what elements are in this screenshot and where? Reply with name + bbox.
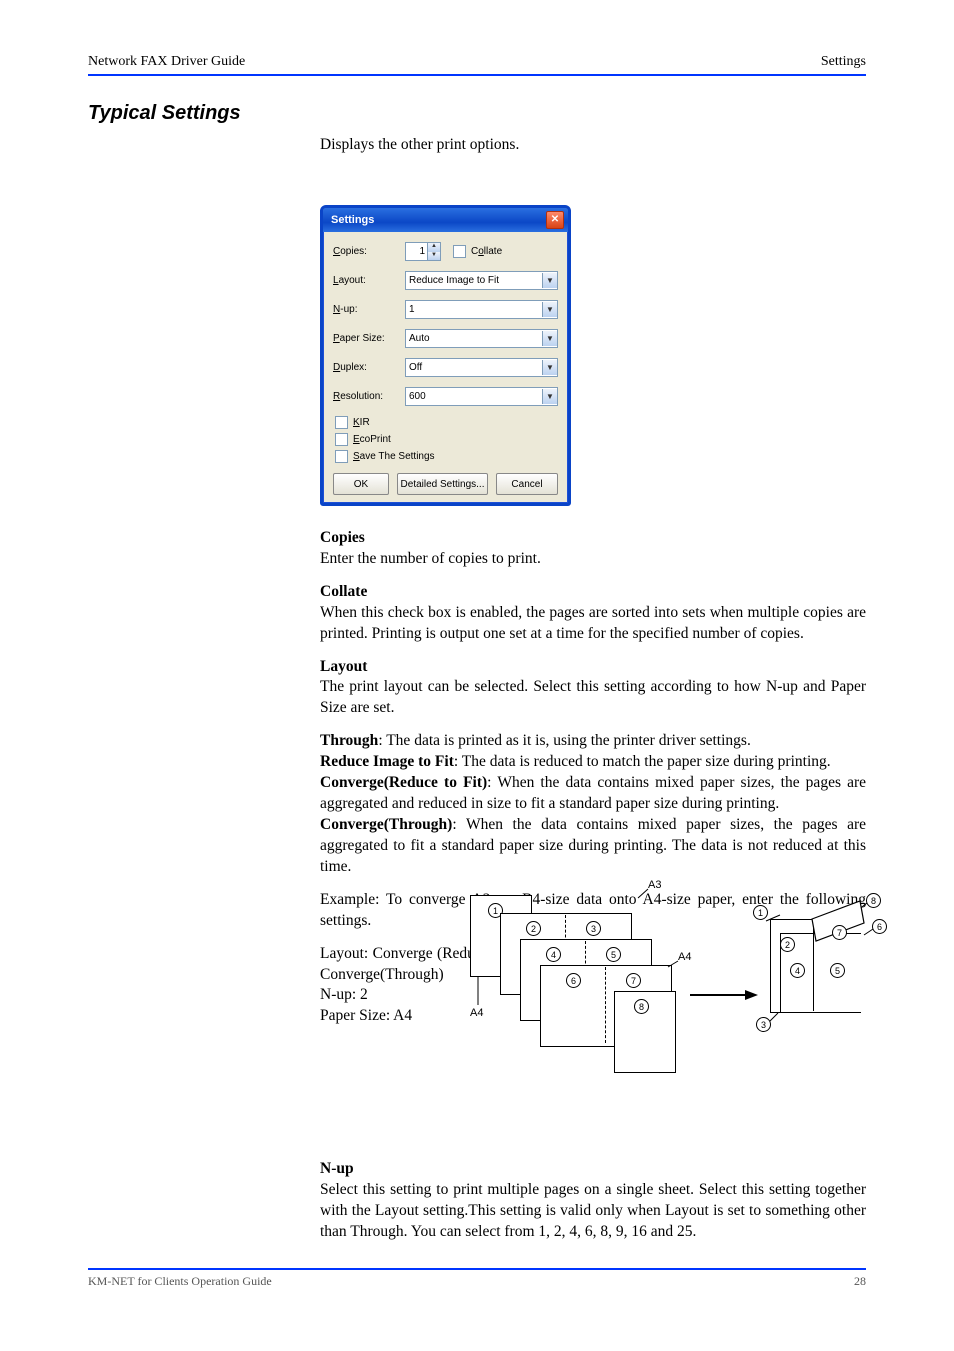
row-resolution: Resolution: 600 ▼	[333, 387, 558, 406]
close-icon[interactable]: ✕	[546, 211, 564, 229]
copies-spinner[interactable]: 1 ▲▼	[405, 242, 441, 261]
layout-item-2-name: Converge(Reduce to Fit)	[320, 774, 487, 791]
field-nup-text: Select this setting to print multiple pa…	[320, 1180, 866, 1243]
duplex-value: Off	[409, 362, 422, 373]
footer-rule	[88, 1268, 866, 1270]
footer-right: 28	[854, 1274, 866, 1289]
out-page-6: 6	[872, 919, 887, 934]
chevron-down-icon: ▼	[542, 360, 557, 375]
kir-checkbox[interactable]: KIR	[335, 416, 558, 429]
dialog-titlebar[interactable]: Settings ✕	[323, 208, 568, 232]
dialog-buttons: OK Detailed Settings... Cancel	[333, 473, 558, 495]
chevron-down-icon: ▼	[542, 273, 557, 288]
label-nup: N-up:	[333, 304, 405, 315]
row-nup: N-up: 1 ▼	[333, 300, 558, 319]
field-collate-text: When this check box is enabled, the page…	[320, 603, 866, 645]
dialog-body: Copies: 1 ▲▼ Collate Layout: Reduce Imag…	[323, 232, 568, 503]
layout-item-1-name: Reduce Image to Fit	[320, 753, 454, 770]
out-page-3: 3	[756, 1017, 771, 1032]
page-footer: KM-NET for Clients Operation Guide 28	[88, 1268, 866, 1289]
spin-up-icon[interactable]: ▲	[428, 243, 440, 252]
header-left: Network FAX Driver Guide	[88, 54, 245, 70]
converge-diagram: 1 2 3 4 5 6 7 8 A3 A4 A4	[460, 895, 875, 1080]
page-header-row: Network FAX Driver Guide Settings	[88, 54, 866, 70]
out-page-8: 8	[866, 893, 881, 908]
footer-left: KM-NET for Clients Operation Guide	[88, 1274, 272, 1289]
layout-item-0-desc: The data is printed as it is, using the …	[386, 732, 751, 749]
ok-button[interactable]: OK	[333, 473, 389, 495]
layout-item-1-desc: The data is reduced to match the paper s…	[462, 753, 831, 770]
out-page-4: 4	[790, 963, 805, 978]
duplex-select[interactable]: Off ▼	[405, 358, 558, 377]
layout-item-3-name: Converge(Through)	[320, 816, 452, 833]
paper-value: Auto	[409, 333, 430, 344]
resolution-select[interactable]: 600 ▼	[405, 387, 558, 406]
field-layout-text: The print layout can be selected. Select…	[320, 677, 866, 719]
label-paper: Paper Size:	[333, 333, 405, 344]
cancel-button[interactable]: Cancel	[496, 473, 558, 495]
label-copies: Copies:	[333, 246, 405, 257]
field-copies-title: Copies	[320, 529, 365, 546]
layout-item-0-name: Through	[320, 732, 378, 749]
collate-checkbox[interactable]: Collate	[453, 245, 502, 258]
nup-value: 1	[409, 304, 415, 315]
settings-dialog: Settings ✕ Copies: 1 ▲▼ Collate Layout: …	[320, 205, 571, 506]
resolution-value: 600	[409, 391, 426, 402]
field-nup-title: N-up	[320, 1160, 354, 1177]
row-copies: Copies: 1 ▲▼ Collate	[333, 242, 558, 261]
field-layout-title: Layout	[320, 658, 367, 675]
ecoprint-checkbox[interactable]: EcoPrint	[335, 433, 558, 446]
paper-select[interactable]: Auto ▼	[405, 329, 558, 348]
chevron-down-icon: ▼	[542, 389, 557, 404]
label-a3: A3	[648, 879, 661, 891]
intro-text: Displays the other print options.	[320, 135, 866, 156]
header-rule	[88, 74, 866, 76]
label-a4-right: A4	[678, 951, 691, 963]
section-heading: Typical Settings	[88, 102, 866, 125]
dialog-title: Settings	[331, 214, 374, 226]
out-page-1: 1	[753, 905, 768, 920]
row-layout: Layout: Reduce Image to Fit ▼	[333, 271, 558, 290]
row-duplex: Duplex: Off ▼	[333, 358, 558, 377]
chevron-down-icon: ▼	[542, 331, 557, 346]
copies-value: 1	[406, 243, 427, 260]
label-a4-left: A4	[470, 1007, 483, 1019]
field-copies-text: Enter the number of copies to print.	[320, 549, 866, 570]
label-layout: Layout:	[333, 275, 405, 286]
label-duplex: Duplex:	[333, 362, 405, 373]
detailed-settings-button[interactable]: Detailed Settings...	[397, 473, 488, 495]
page: Network FAX Driver Guide Settings Typica…	[0, 0, 954, 1351]
spin-down-icon[interactable]: ▼	[428, 252, 440, 261]
label-collate: Collate	[471, 246, 502, 257]
layout-value: Reduce Image to Fit	[409, 275, 499, 286]
out-page-2: 2	[780, 937, 795, 952]
header-right: Settings	[821, 54, 866, 70]
field-collate-title: Collate	[320, 583, 367, 600]
label-resolution: Resolution:	[333, 391, 405, 402]
out-page-7: 7	[832, 925, 847, 940]
out-page-5: 5	[830, 963, 845, 978]
nup-select[interactable]: 1 ▼	[405, 300, 558, 319]
row-paper: Paper Size: Auto ▼	[333, 329, 558, 348]
layout-select[interactable]: Reduce Image to Fit ▼	[405, 271, 558, 290]
chevron-down-icon: ▼	[542, 302, 557, 317]
save-settings-checkbox[interactable]: Save The Settings	[335, 450, 558, 463]
